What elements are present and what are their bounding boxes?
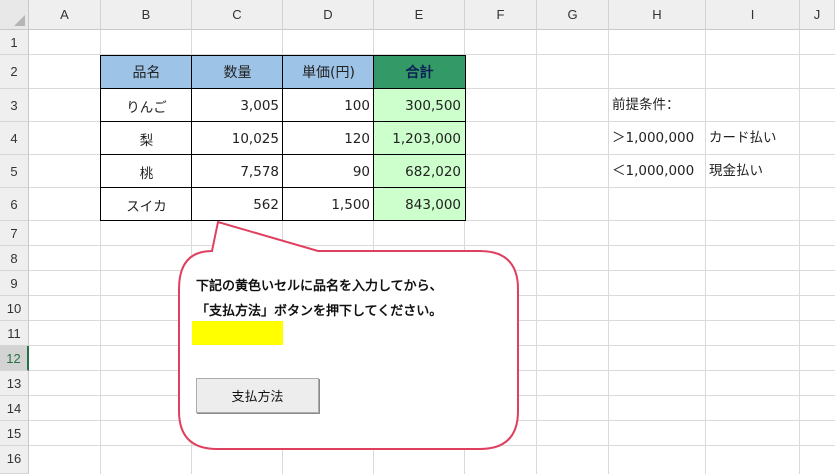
- payment-method-button[interactable]: 支払方法: [196, 378, 319, 413]
- callout-instruction-line2: 「支払方法」ボタンを押下してください。: [196, 304, 443, 319]
- callout-instruction-line1: 下記の黄色いセルに品名を入力してから、: [196, 279, 443, 294]
- item-input-cell[interactable]: [192, 321, 283, 345]
- callout-bubble[interactable]: [0, 0, 835, 474]
